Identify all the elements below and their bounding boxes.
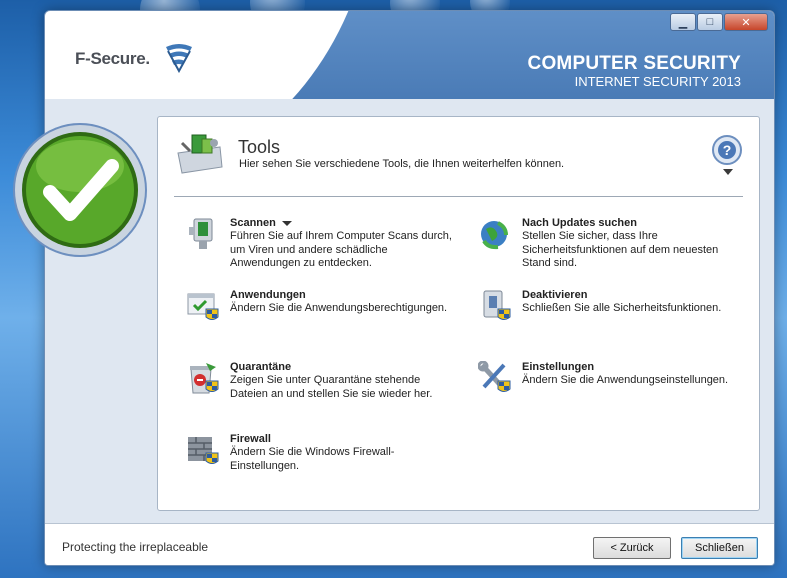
tagline: Protecting the irreplaceable [62, 540, 209, 554]
page-subtitle: Hier sehen Sie verschiedene Tools, die I… [239, 158, 565, 170]
applications-icon [187, 293, 219, 320]
product-title: COMPUTER SECURITY [527, 53, 741, 74]
firewall-icon [188, 437, 219, 464]
scan-dropdown-icon[interactable] [281, 220, 292, 226]
window-controls: ▁ □ ✕ [670, 13, 768, 31]
tool-description: Stellen Sie sicher, dass Ihre Sicherheit… [522, 230, 719, 269]
tool-label: Einstellungen [522, 361, 595, 373]
tool-label: Quarantäne [230, 361, 292, 373]
tool-label: Anwendungen [230, 289, 306, 301]
product-subtitle: INTERNET SECURITY 2013 [574, 74, 741, 89]
tool-description: Führen Sie auf Ihrem Computer Scans durc… [230, 230, 452, 269]
update-globe-icon [481, 221, 508, 250]
back-button[interactable]: < Zurück [593, 537, 671, 559]
close-window-button[interactable]: ✕ [724, 13, 768, 31]
close-button[interactable]: Schließen [681, 537, 758, 559]
window-header: F-Secure. COMPUTER SECURITY INTERNET SEC… [45, 11, 774, 161]
tool-description: Zeigen Sie unter Quarantäne stehende Dat… [230, 374, 433, 400]
tool-description: Ändern Sie die Anwendungsberechtigungen. [230, 302, 448, 314]
divider [174, 196, 743, 197]
checkmark-icon[interactable] [12, 122, 148, 258]
footer: Protecting the irreplaceable < Zurück Sc… [45, 523, 774, 565]
deactivate-icon [483, 290, 511, 320]
tool-label: Scannen [230, 217, 292, 229]
tool-description: Ändern Sie die Windows Firewall-Einstell… [230, 446, 395, 472]
tool-label: Firewall [230, 433, 271, 445]
brand-name: F-Secure. [75, 49, 150, 68]
quarantine-icon [190, 363, 219, 394]
tool-label: Nach Updates suchen [522, 217, 637, 229]
maximize-button[interactable]: □ [697, 13, 723, 31]
tools-panel: Tools Hier sehen Sie verschiedene Tools,… [157, 116, 760, 511]
tool-label: Deaktivieren [522, 289, 588, 301]
minimize-button[interactable]: ▁ [670, 13, 696, 31]
tool-description: Ändern Sie die Anwendungseinstellungen. [522, 374, 729, 386]
help-icon[interactable]: ? [711, 134, 743, 166]
f-secure-logo-icon [166, 44, 192, 73]
content-area: Tools Hier sehen Sie verschiedene Tools,… [45, 99, 774, 523]
svg-text:?: ? [723, 142, 732, 158]
tool-description: Schließen Sie alle Sicherheitsfunktionen… [522, 302, 722, 314]
help-dropdown-arrow-icon[interactable] [723, 169, 733, 175]
page-title: Tools [238, 137, 281, 157]
scan-icon [189, 218, 213, 249]
toolbox-icon [177, 134, 223, 174]
app-window: F-Secure. COMPUTER SECURITY INTERNET SEC… [44, 10, 775, 566]
settings-tools-icon [478, 361, 511, 392]
